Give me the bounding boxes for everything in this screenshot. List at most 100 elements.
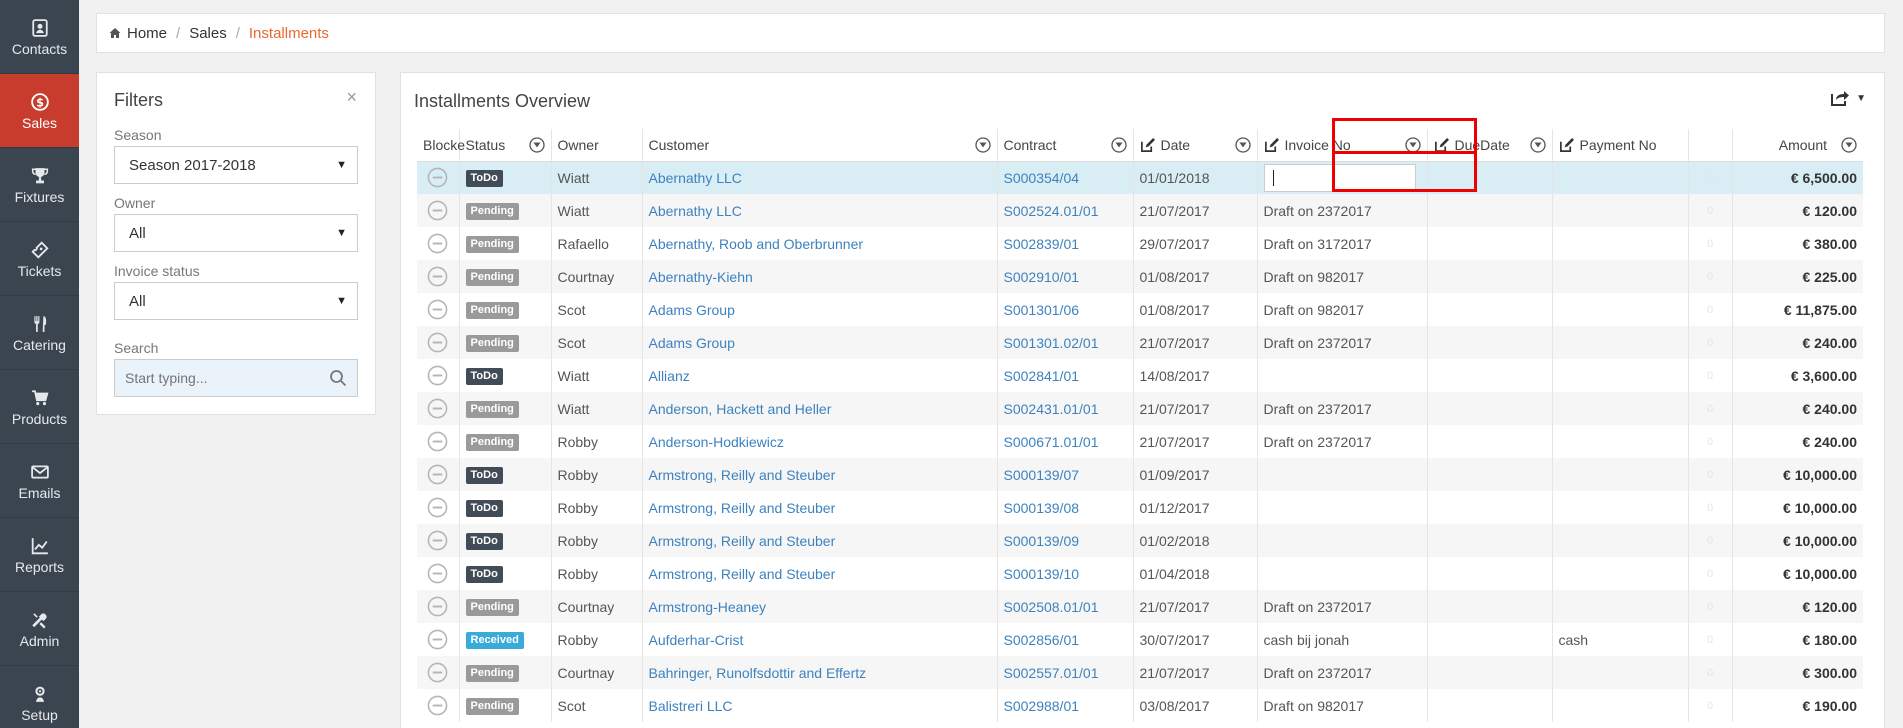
contract-link[interactable]: S000139/09 bbox=[1004, 533, 1080, 549]
sidebar-item-reports[interactable]: Reports bbox=[0, 518, 79, 592]
block-icon[interactable] bbox=[427, 629, 448, 650]
table-row[interactable]: ToDo Wiatt Allianz S002841/01 14/08/2017 0 € 3… bbox=[417, 359, 1863, 392]
table-row[interactable]: ToDo Robby Armstrong, Reilly and Steuber S0… bbox=[417, 491, 1863, 524]
due-date-cell[interactable] bbox=[1427, 260, 1553, 293]
invoice-no-cell[interactable]: Draft on 2372017 bbox=[1257, 326, 1428, 359]
search-input[interactable] bbox=[125, 370, 325, 386]
date-cell[interactable]: 01/01/2018 bbox=[1133, 161, 1258, 194]
edit-icon[interactable] bbox=[1264, 137, 1279, 153]
due-date-cell[interactable] bbox=[1427, 491, 1553, 524]
sidebar-item-setup[interactable]: Setup bbox=[0, 666, 79, 728]
invoice-no-cell[interactable]: Draft on 2372017 bbox=[1257, 392, 1428, 425]
invoice-no-cell[interactable]: Draft on 2372017 bbox=[1257, 590, 1428, 623]
filter-icon[interactable] bbox=[1110, 137, 1127, 153]
invoice-no-cell[interactable]: cash bij jonah bbox=[1257, 623, 1428, 656]
search-icon[interactable] bbox=[329, 369, 347, 387]
contract-link[interactable]: S000354/04 bbox=[1004, 170, 1080, 186]
contract-link[interactable]: S002910/01 bbox=[1004, 269, 1080, 285]
table-row[interactable]: Pending Scot Adams Group S001301/06 01/08/20… bbox=[417, 293, 1863, 326]
date-cell[interactable]: 29/07/2017 bbox=[1133, 227, 1258, 260]
invoice-no-cell[interactable]: Draft on 2372017 bbox=[1257, 425, 1428, 458]
due-date-cell[interactable] bbox=[1427, 557, 1553, 590]
col-header-owner[interactable]: Owner bbox=[551, 129, 643, 162]
sidebar-item-catering[interactable]: Catering bbox=[0, 296, 79, 370]
contract-link[interactable]: S000139/10 bbox=[1004, 566, 1080, 582]
col-header-date[interactable]: Date bbox=[1133, 129, 1258, 162]
contract-link[interactable]: S001301/06 bbox=[1004, 302, 1080, 318]
invoice-no-cell[interactable] bbox=[1257, 491, 1428, 524]
customer-link[interactable]: Armstrong, Reilly and Steuber bbox=[649, 467, 836, 483]
sidebar-item-sales[interactable]: $ Sales bbox=[0, 74, 79, 148]
customer-link[interactable]: Abernathy-Kiehn bbox=[649, 269, 753, 285]
payment-no-cell[interactable] bbox=[1552, 425, 1689, 458]
table-row[interactable]: Pending Rafaello Abernathy, Roob and Oberb… bbox=[417, 227, 1863, 260]
customer-link[interactable]: Bahringer, Runolfsdottir and Effertz bbox=[649, 665, 867, 681]
block-icon[interactable] bbox=[427, 266, 448, 287]
col-header-amount[interactable]: Amount bbox=[1732, 129, 1863, 162]
contract-link[interactable]: S002431.01/01 bbox=[1004, 401, 1099, 417]
date-cell[interactable]: 01/08/2017 bbox=[1133, 293, 1258, 326]
date-cell[interactable]: 21/07/2017 bbox=[1133, 656, 1258, 689]
customer-link[interactable]: Armstrong, Reilly and Steuber bbox=[649, 533, 836, 549]
col-header-customer[interactable]: Customer bbox=[642, 129, 998, 162]
customer-link[interactable]: Anderson, Hackett and Heller bbox=[649, 401, 832, 417]
block-icon[interactable] bbox=[427, 167, 448, 188]
date-cell[interactable]: 21/07/2017 bbox=[1133, 194, 1258, 227]
table-row[interactable]: Received Robby Aufderhar-Crist S002856/01 30… bbox=[417, 623, 1863, 656]
date-cell[interactable]: 21/07/2017 bbox=[1133, 425, 1258, 458]
date-cell[interactable]: 21/07/2017 bbox=[1133, 326, 1258, 359]
customer-link[interactable]: Abernathy, Roob and Oberbrunner bbox=[649, 236, 864, 252]
payment-no-cell[interactable] bbox=[1552, 689, 1689, 722]
season-select[interactable]: Season 2017-2018 ▼ bbox=[114, 146, 358, 184]
customer-link[interactable]: Adams Group bbox=[649, 335, 735, 351]
table-row[interactable]: Pending Robby Anderson-Hodkiewicz S000671.0… bbox=[417, 425, 1863, 458]
date-cell[interactable]: 03/08/2017 bbox=[1133, 689, 1258, 722]
contract-link[interactable]: S001301.02/01 bbox=[1004, 335, 1099, 351]
customer-link[interactable]: Adams Group bbox=[649, 302, 735, 318]
edit-icon[interactable] bbox=[1140, 137, 1155, 153]
payment-no-cell[interactable] bbox=[1552, 227, 1689, 260]
customer-link[interactable]: Allianz bbox=[649, 368, 690, 384]
customer-link[interactable]: Abernathy LLC bbox=[649, 203, 742, 219]
date-cell[interactable]: 01/04/2018 bbox=[1133, 557, 1258, 590]
sidebar-item-emails[interactable]: Emails bbox=[0, 444, 79, 518]
table-row[interactable]: ToDo Robby Armstrong, Reilly and Steuber S0… bbox=[417, 557, 1863, 590]
due-date-cell[interactable] bbox=[1427, 656, 1553, 689]
invoice-no-cell[interactable] bbox=[1257, 161, 1428, 194]
col-header-payment-no[interactable]: Payment No bbox=[1552, 129, 1689, 162]
table-row[interactable]: Pending Scot Adams Group S001301.02/01 21/07… bbox=[417, 326, 1863, 359]
date-cell[interactable]: 14/08/2017 bbox=[1133, 359, 1258, 392]
date-cell[interactable]: 01/08/2017 bbox=[1133, 260, 1258, 293]
block-icon[interactable] bbox=[427, 464, 448, 485]
block-icon[interactable] bbox=[427, 431, 448, 452]
breadcrumb-home[interactable]: Home bbox=[127, 25, 167, 42]
sidebar-item-products[interactable]: Products bbox=[0, 370, 79, 444]
invoice-no-cell[interactable] bbox=[1257, 359, 1428, 392]
invoice-no-cell[interactable]: Draft on 2372017 bbox=[1257, 656, 1428, 689]
payment-no-cell[interactable] bbox=[1552, 656, 1689, 689]
table-row[interactable]: Pending Scot Balistreri LLC S002988/01 03/08… bbox=[417, 689, 1863, 722]
invoice-no-cell[interactable] bbox=[1257, 524, 1428, 557]
due-date-cell[interactable] bbox=[1427, 293, 1553, 326]
edit-icon[interactable] bbox=[1434, 137, 1449, 153]
filter-icon[interactable] bbox=[1841, 137, 1857, 153]
payment-no-cell[interactable] bbox=[1552, 491, 1689, 524]
date-cell[interactable]: 21/07/2017 bbox=[1133, 590, 1258, 623]
filter-icon[interactable] bbox=[1234, 137, 1251, 153]
invoice-no-cell[interactable]: Draft on 982017 bbox=[1257, 260, 1428, 293]
payment-no-cell[interactable] bbox=[1552, 392, 1689, 425]
due-date-cell[interactable] bbox=[1427, 590, 1553, 623]
due-date-cell[interactable] bbox=[1427, 392, 1553, 425]
invoice-no-cell[interactable] bbox=[1257, 458, 1428, 491]
customer-link[interactable]: Aufderhar-Crist bbox=[649, 632, 744, 648]
col-header-due-date[interactable]: DueDate bbox=[1427, 129, 1553, 162]
payment-no-cell[interactable] bbox=[1552, 161, 1689, 194]
contract-link[interactable]: S000139/08 bbox=[1004, 500, 1080, 516]
block-icon[interactable] bbox=[427, 332, 448, 353]
payment-no-cell[interactable]: cash bbox=[1552, 623, 1689, 656]
filter-icon[interactable] bbox=[974, 137, 991, 153]
owner-select[interactable]: All ▼ bbox=[114, 214, 358, 252]
contract-link[interactable]: S002557.01/01 bbox=[1004, 665, 1099, 681]
customer-link[interactable]: Balistreri LLC bbox=[649, 698, 733, 714]
block-icon[interactable] bbox=[427, 299, 448, 320]
